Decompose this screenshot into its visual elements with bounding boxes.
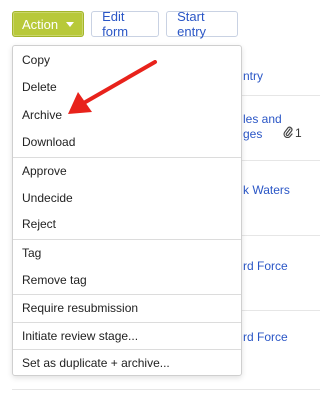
row3-link[interactable]: rd Force: [243, 259, 288, 273]
row1-link-line1[interactable]: les and: [243, 112, 282, 126]
menu-item-reject[interactable]: Reject: [13, 211, 241, 237]
menu-item-require-resubmission[interactable]: Require resubmission: [13, 295, 241, 321]
column-header-fragment[interactable]: ntry: [243, 69, 263, 83]
attachment-count: 1: [295, 126, 302, 140]
row4-link[interactable]: rd Force: [243, 330, 288, 344]
row1-link-line2[interactable]: ges: [243, 127, 262, 141]
caret-down-icon: [66, 21, 75, 27]
menu-item-set-as-duplicate-archive[interactable]: Set as duplicate + archive...: [13, 350, 241, 376]
paperclip-icon: [283, 126, 293, 138]
menu-item-download[interactable]: Download: [13, 129, 241, 155]
action-dropdown-button[interactable]: Action: [12, 11, 85, 37]
edit-form-button[interactable]: Edit form: [91, 9, 160, 39]
menu-item-undecide[interactable]: Undecide: [13, 185, 241, 211]
menu-item-tag[interactable]: Tag: [13, 240, 241, 266]
menu-item-approve[interactable]: Approve: [13, 158, 241, 184]
action-button-label: Action: [22, 16, 59, 32]
menu-item-initiate-review-stage[interactable]: Initiate review stage...: [13, 323, 241, 349]
menu-item-remove-tag[interactable]: Remove tag: [13, 267, 241, 293]
red-arrow-icon: [68, 60, 157, 114]
start-entry-button[interactable]: Start entry: [166, 9, 239, 39]
row-divider: [12, 389, 320, 390]
toolbar: Action Edit form Start entry: [12, 9, 239, 39]
row2-link[interactable]: k Waters: [243, 183, 290, 197]
